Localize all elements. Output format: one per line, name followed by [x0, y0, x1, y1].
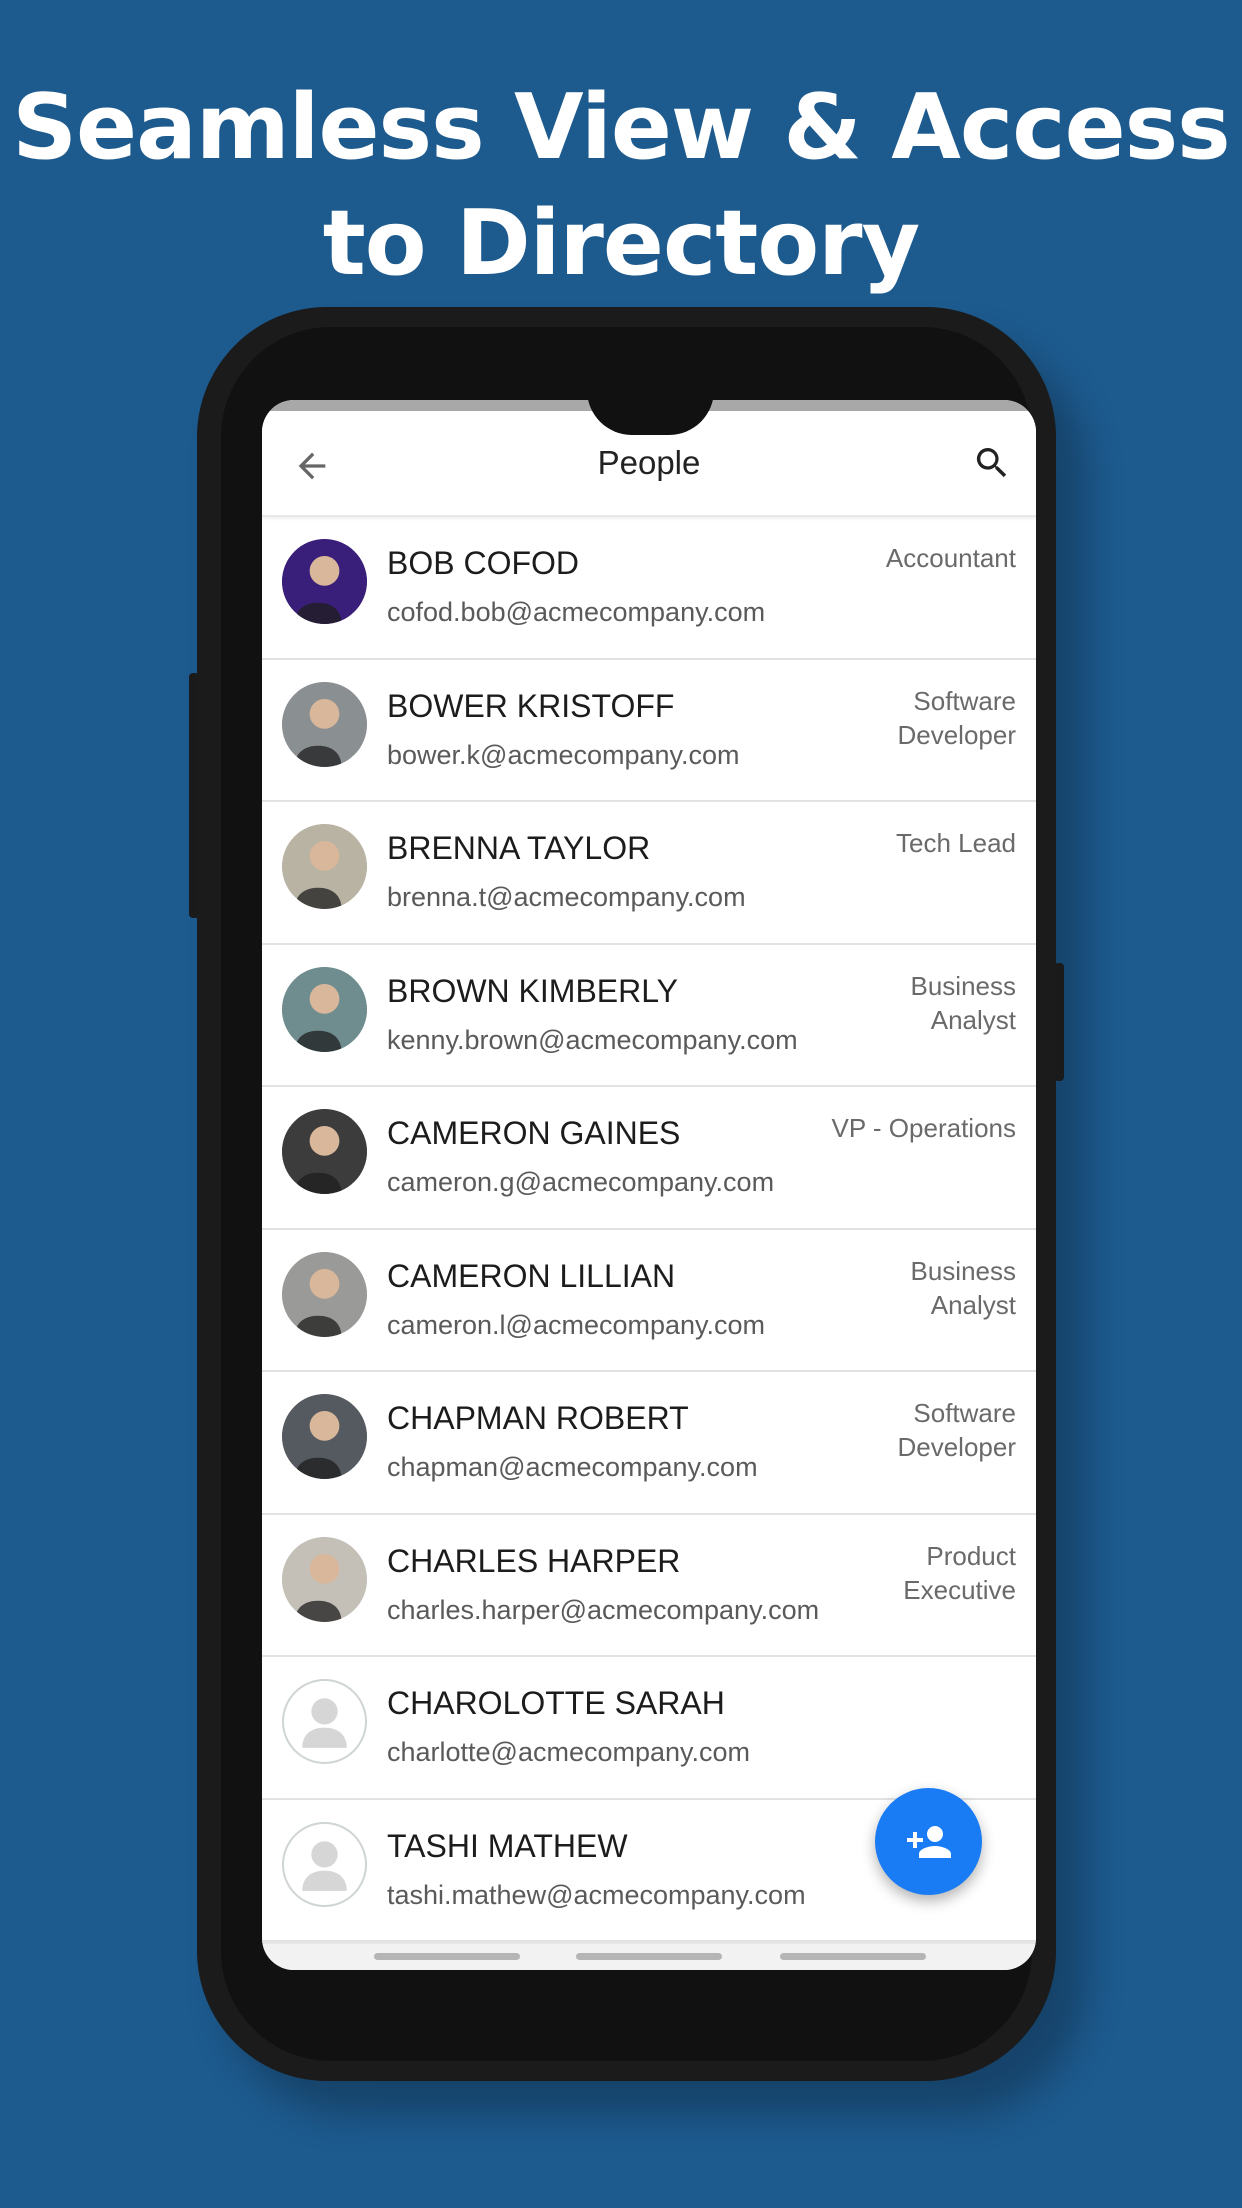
role-line: Software [913, 685, 1016, 716]
role-line: Business [910, 970, 1017, 1001]
person-photo [282, 1394, 367, 1479]
person-role: Business Analyst [911, 969, 1017, 1037]
phone-frame: People BOB COFOD cofod.bob@acmecompany.c… [197, 307, 1056, 2081]
list-item[interactable]: CHARLES HARPER charles.harper@acmecompan… [262, 1515, 1036, 1657]
nav-pill[interactable] [576, 1953, 722, 1960]
list-item[interactable]: BRENNA TAYLOR brenna.t@acmecompany.com T… [262, 802, 1036, 945]
list-item[interactable]: CHAROLOTTE SARAH charlotte@acmecompany.c… [262, 1657, 1036, 1800]
avatar [282, 1536, 367, 1622]
add-person-icon [906, 1825, 951, 1858]
avatar [282, 966, 367, 1052]
list-item[interactable]: BROWN KIMBERLY kenny.brown@acmecompany.c… [262, 945, 1036, 1087]
page-title: People [597, 444, 701, 481]
person-email: kenny.brown@acmecompany.com [387, 1024, 798, 1055]
person-photo [282, 1109, 367, 1194]
list-item[interactable]: CHAPMAN ROBERT chapman@acmecompany.com S… [262, 1372, 1036, 1515]
avatar [282, 681, 367, 767]
avatar [282, 1679, 367, 1764]
role-line: Software [913, 1398, 1016, 1428]
app-screen: People BOB COFOD cofod.bob@acmecompany.c… [262, 400, 1036, 1970]
person-placeholder-icon [302, 1698, 347, 1748]
person-placeholder-icon [302, 1840, 347, 1891]
search-icon[interactable] [972, 443, 1012, 483]
nav-pill[interactable] [780, 1953, 926, 1960]
avatar [282, 1821, 367, 1907]
role-line: Developer [897, 1432, 1016, 1462]
phone-bezel: People BOB COFOD cofod.bob@acmecompany.c… [221, 327, 1036, 2061]
bottom-nav-bar [262, 1942, 1036, 1970]
person-role: Accountant [886, 541, 1016, 575]
nav-pill[interactable] [374, 1953, 520, 1960]
person-role: Business Analyst [911, 1254, 1017, 1322]
person-role: Software Developer [897, 1396, 1016, 1464]
role-line: Developer [897, 719, 1016, 750]
role-line: Business [910, 1255, 1017, 1286]
person-email: cofod.bob@acmecompany.com [387, 597, 766, 627]
headline: Seamless View & Access to Directory [0, 70, 1242, 302]
role-line: Tech Lead [896, 828, 1016, 858]
role-line: Analyst [930, 1289, 1016, 1320]
list-item[interactable]: CAMERON GAINES cameron.g@acmecompany.com… [262, 1087, 1036, 1230]
person-photo [282, 824, 367, 909]
avatar [282, 1394, 367, 1479]
person-email: cameron.g@acmecompany.com [387, 1167, 775, 1197]
avatar [282, 824, 367, 909]
person-photo [282, 681, 367, 767]
role-line: Accountant [885, 543, 1016, 573]
role-line: Analyst [930, 1004, 1016, 1035]
person-photo [282, 1251, 367, 1337]
person-role: Product Executive [903, 1539, 1016, 1607]
person-email: chapman@acmecompany.com [387, 1452, 758, 1482]
person-name: CHAPMAN ROBERT [387, 1400, 689, 1436]
person-photo [282, 539, 367, 624]
role-line: Product [926, 1540, 1016, 1571]
list-item[interactable]: BOWER KRISTOFF bower.k@acmecompany.com S… [262, 660, 1036, 802]
person-email: charlotte@acmecompany.com [387, 1737, 751, 1767]
headline-line-1: Seamless View & Access [12, 75, 1231, 180]
person-name: CAMERON LILLIAN [387, 1257, 676, 1294]
role-line: VP - Operations [831, 1113, 1016, 1143]
person-name: BRENNA TAYLOR [387, 830, 651, 866]
person-name: TASHI MATHEW [387, 1827, 628, 1864]
people-list: BOB COFOD cofod.bob@acmecompany.com Acco… [262, 517, 1036, 1942]
person-role: Software Developer [897, 684, 1016, 752]
person-role: Tech Lead [896, 826, 1016, 860]
avatar [282, 1109, 367, 1194]
person-email: brenna.t@acmecompany.com [387, 882, 746, 912]
person-email: cameron.l@acmecompany.com [387, 1309, 766, 1340]
list-item[interactable]: BOB COFOD cofod.bob@acmecompany.com Acco… [262, 517, 1036, 660]
add-person-button[interactable] [875, 1788, 982, 1895]
list-item[interactable]: CAMERON LILLIAN cameron.l@acmecompany.co… [262, 1230, 1036, 1372]
person-photo [282, 1536, 367, 1622]
person-email: charles.harper@acmecompany.com [387, 1594, 820, 1625]
person-name: CHARLES HARPER [387, 1542, 681, 1579]
person-name: CHAROLOTTE SARAH [387, 1685, 725, 1721]
person-name: BROWN KIMBERLY [387, 972, 678, 1009]
avatar [282, 539, 367, 624]
headline-line-2: to Directory [322, 191, 920, 296]
role-line: Executive [903, 1574, 1016, 1605]
person-photo [282, 966, 367, 1052]
avatar [282, 1251, 367, 1337]
person-email: bower.k@acmecompany.com [387, 739, 740, 770]
person-name: CAMERON GAINES [387, 1115, 681, 1151]
person-role: VP - Operations [831, 1111, 1016, 1145]
person-name: BOWER KRISTOFF [387, 687, 675, 724]
person-name: BOB COFOD [387, 545, 580, 581]
person-email: tashi.mathew@acmecompany.com [387, 1879, 806, 1910]
